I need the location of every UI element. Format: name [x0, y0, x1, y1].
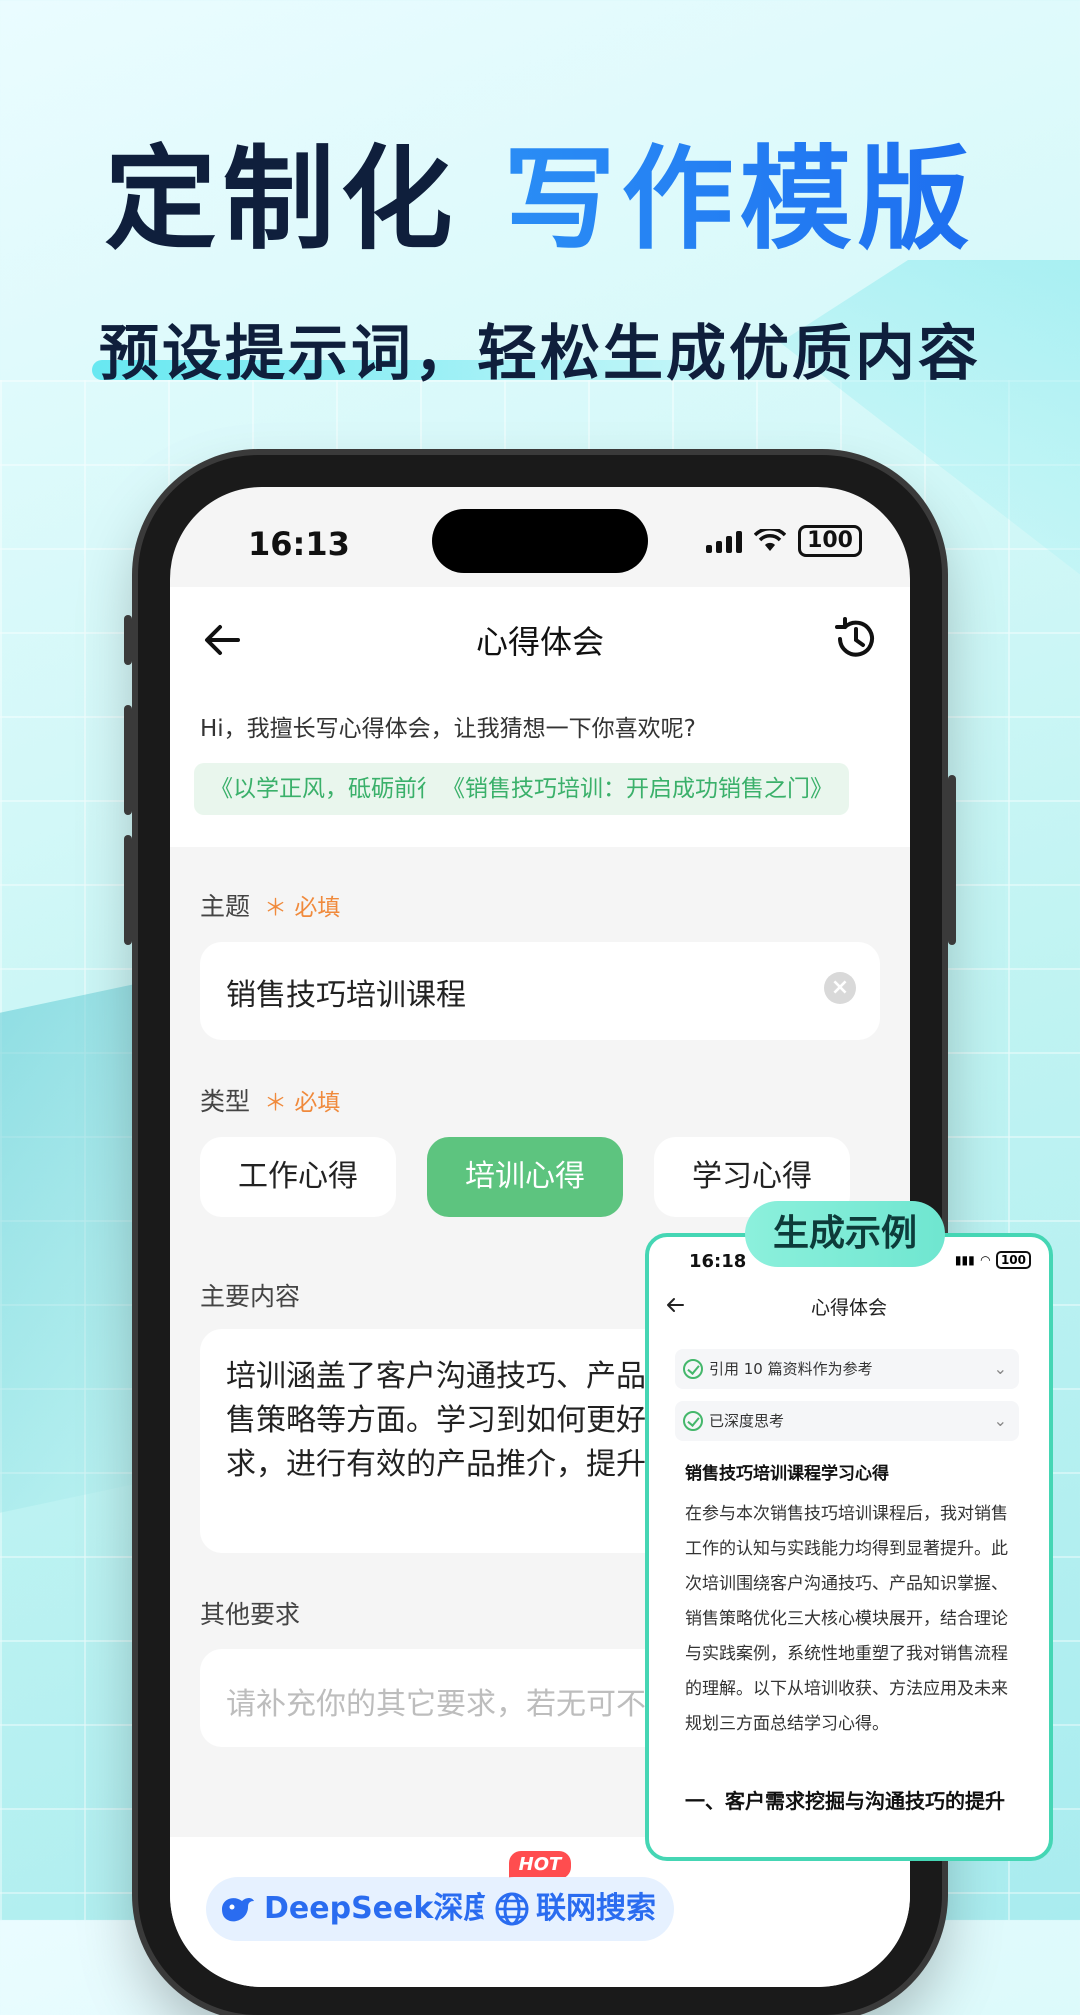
content-label: 主要内容: [200, 1282, 301, 1311]
dynamic-island: [432, 509, 648, 573]
example-status-time: 16:18: [689, 1251, 747, 1272]
required-marker: ＊ 必填: [264, 1090, 341, 1116]
check-circle-icon: [683, 1359, 703, 1379]
type-label-text: 类型: [200, 1087, 251, 1116]
chevron-down-icon: ⌄: [993, 1411, 1007, 1430]
wifi-icon: [754, 529, 787, 551]
example-thinking-row: 已深度思考 ⌄: [675, 1401, 1019, 1441]
suggestion-chip-2[interactable]: 《销售技巧培训：开启成功销售之门》: [426, 763, 849, 815]
signal-icon: [706, 529, 743, 553]
other-placeholder: 请补充你的其它要求，若无可不填: [226, 1687, 676, 1722]
example-references-row: 引用 10 篇资料作为参考 ⌄: [675, 1349, 1019, 1389]
page-title: 心得体会: [475, 623, 604, 661]
required-marker: ＊ 必填: [264, 895, 341, 921]
example-battery: 100: [995, 1251, 1031, 1269]
hero-title: 定制化 写作模版: [0, 135, 1080, 265]
type-option-training[interactable]: 培训心得: [427, 1137, 623, 1217]
phone-volume-down: [124, 835, 132, 945]
example-tag: 生成示例: [745, 1201, 945, 1267]
phone-volume-up: [124, 705, 132, 815]
example-doc-title: 销售技巧培训课程学习心得: [685, 1464, 889, 1484]
battery-indicator: 100: [798, 525, 862, 557]
hero-title-blue: 写作模版: [503, 135, 976, 265]
example-signal-icon: ▮▮▮: [954, 1253, 975, 1267]
decorative-glass-left: [0, 978, 160, 1522]
topic-input[interactable]: 销售技巧培训课程 ×: [200, 942, 880, 1040]
globe-icon: [495, 1892, 529, 1926]
topic-label: 主题 ＊ 必填: [200, 887, 340, 923]
example-card: 16:18 ▮▮▮ ◠ 100 心得体会 引用 10 篇资料作为参考 ⌄ 已深度…: [645, 1233, 1053, 1861]
chevron-down-icon: ⌄: [993, 1359, 1007, 1378]
phone-mute-switch: [124, 615, 132, 665]
intro-section: Hi，我擅长写心得体会，让我猜想一下你喜欢呢? 《以学正风，砥砺前行》 《销售技…: [170, 697, 910, 847]
status-time: 16:13: [248, 525, 350, 563]
example-wifi-icon: ◠: [980, 1253, 990, 1267]
check-circle-icon: [683, 1411, 703, 1431]
nav-bar: 心得体会: [170, 587, 910, 697]
intro-text: Hi，我擅长写心得体会，让我猜想一下你喜欢呢?: [200, 716, 696, 742]
web-search-label: 联网搜索: [536, 1891, 656, 1926]
hot-badge: HOT: [508, 1851, 572, 1879]
example-doc-body: 在参与本次销售技巧培训课程后，我对销售工作的认知与实践能力均得到显著提升。此次培…: [685, 1504, 1008, 1734]
hero-subtitle: 预设提示词，轻松生成优质内容: [99, 319, 981, 389]
phone-power-button: [948, 775, 956, 945]
type-option-work[interactable]: 工作心得: [200, 1137, 396, 1217]
example-references-text: 引用 10 篇资料作为参考: [709, 1360, 873, 1378]
web-search-toggle[interactable]: 联网搜索: [482, 1877, 674, 1941]
hero-title-dark: 定制化: [104, 135, 459, 265]
example-status-icons: ▮▮▮ ◠ 100: [955, 1251, 1031, 1269]
status-icons: 100: [706, 525, 862, 557]
example-section-heading: 一、客户需求挖掘与沟通技巧的提升: [685, 1789, 1005, 1813]
example-thinking-text: 已深度思考: [709, 1412, 785, 1430]
deepseek-whale-icon: [222, 1898, 254, 1922]
topic-label-text: 主题: [200, 892, 251, 921]
history-icon[interactable]: [830, 613, 882, 665]
type-label: 类型 ＊ 必填: [200, 1082, 340, 1118]
clear-icon[interactable]: ×: [824, 972, 856, 1004]
other-label: 其他要求: [200, 1600, 301, 1629]
example-page-title: 心得体会: [810, 1297, 887, 1319]
topic-value: 销售技巧培训课程: [226, 978, 466, 1013]
